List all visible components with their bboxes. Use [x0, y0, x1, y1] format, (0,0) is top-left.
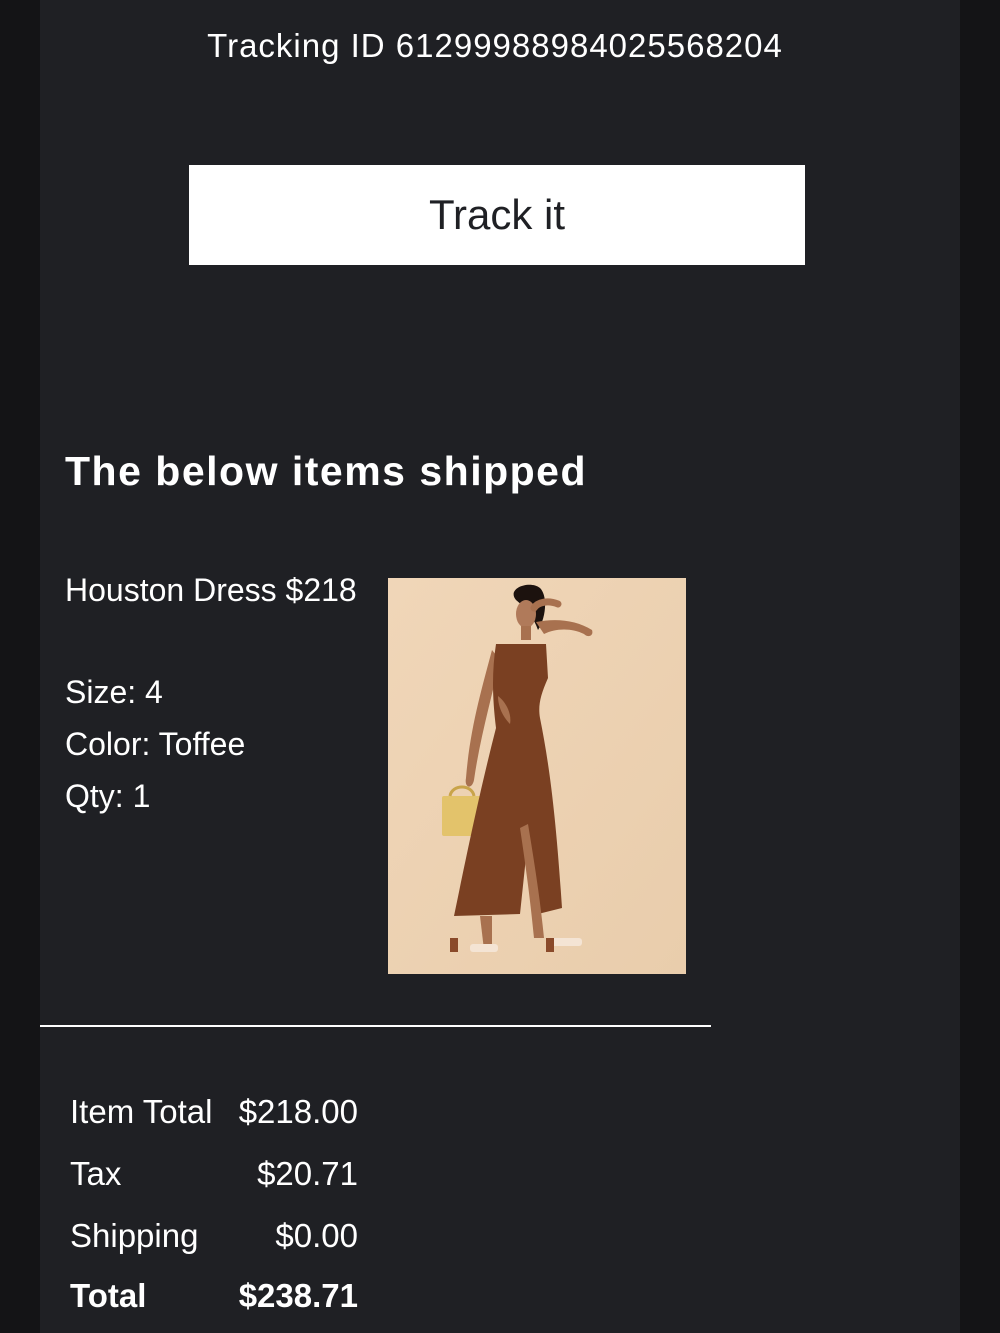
item-size: Size: 4 — [65, 674, 163, 710]
item-total-value: $218.00 — [238, 1093, 358, 1130]
product-photo-dress[interactable] — [388, 578, 686, 974]
shipping-label: Shipping — [70, 1217, 199, 1254]
email-body: Tracking ID 6129998898402556820​4 Track … — [40, 0, 960, 1333]
order-total-value: $238.71 — [238, 1277, 358, 1314]
tracking-id: Tracking ID 6129998898402556820​4 — [207, 27, 783, 64]
tax-value: $20.71 — [257, 1155, 358, 1192]
item-total-label: Item Total — [70, 1093, 213, 1130]
tax-label: Tax — [70, 1155, 122, 1192]
items-shipped-heading: The below items shipped — [65, 448, 588, 494]
item-color: Color: Toffee — [65, 726, 246, 762]
item-quantity: Qty: 1 — [65, 778, 151, 814]
order-total-label: Total — [70, 1277, 147, 1314]
shipping-value: $0.00 — [275, 1217, 358, 1254]
track-it-button[interactable]: Track it — [189, 165, 805, 265]
item-title: Houston Dress $218 — [65, 572, 357, 608]
section-divider — [40, 1025, 711, 1027]
